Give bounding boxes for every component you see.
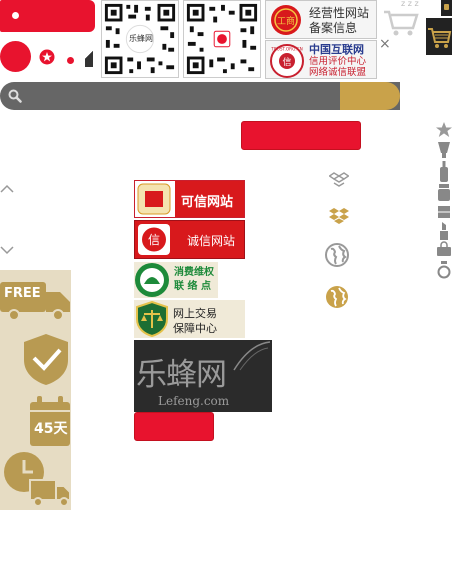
record-line1: 经营性网站 bbox=[309, 6, 370, 20]
corner-shape-icon bbox=[85, 43, 93, 67]
favorite-star-icon[interactable] bbox=[435, 121, 452, 138]
red-small-button[interactable] bbox=[134, 412, 214, 441]
red-action-button[interactable] bbox=[241, 121, 361, 150]
svg-text:信: 信 bbox=[282, 56, 291, 68]
trust-alliance-badge[interactable]: 信 TRUST.ORG.CN 中国互联网 信用评价中心 网络诚信联盟 bbox=[265, 40, 377, 79]
dropbox-grey-icon[interactable] bbox=[329, 170, 349, 190]
bag-icon[interactable] bbox=[436, 241, 452, 257]
red-circle-icon bbox=[0, 41, 31, 72]
qr-caption: 乐蜂网 bbox=[129, 34, 153, 43]
chevron-up-icon[interactable] bbox=[0, 184, 14, 194]
dot-icon bbox=[67, 57, 74, 64]
jar-icon[interactable] bbox=[437, 184, 451, 202]
svg-text:信: 信 bbox=[148, 233, 160, 247]
lefeng-logo-banner[interactable]: 乐蜂网 Lefeng.com bbox=[134, 340, 272, 412]
chengxin-badge[interactable]: 信 诚信网站 bbox=[134, 220, 245, 259]
bee-wing-icon bbox=[230, 340, 272, 374]
search-submit-button[interactable] bbox=[340, 82, 400, 110]
record-line2: 备案信息 bbox=[309, 21, 358, 35]
ring-icon[interactable] bbox=[437, 261, 451, 279]
cart-icon[interactable] bbox=[426, 18, 452, 55]
svg-text:工商: 工商 bbox=[277, 15, 295, 27]
green-seal-icon bbox=[134, 262, 170, 298]
globe-gold-icon[interactable] bbox=[325, 285, 349, 309]
lefeng-name: 乐蜂网 bbox=[136, 357, 227, 393]
lefeng-domain: Lefeng.com bbox=[158, 394, 230, 408]
consumer-line1: 消费维权 bbox=[174, 267, 214, 278]
free-label: FREE bbox=[4, 286, 41, 301]
record-filing-badge[interactable]: 工商 经营性网站 备案信息 bbox=[265, 0, 377, 39]
trade-guarantee-badge[interactable]: 网上交易 保障中心 bbox=[134, 300, 245, 338]
kexin-badge[interactable]: 可信网站 bbox=[134, 180, 245, 218]
kexin-logo-icon bbox=[137, 183, 171, 215]
qr-code-left: 乐蜂网 bbox=[101, 0, 179, 78]
trust-line3: 网络诚信联盟 bbox=[309, 67, 367, 78]
chengxin-label: 诚信网站 bbox=[187, 234, 236, 248]
dark-tab-icon[interactable] bbox=[441, 0, 452, 16]
close-icon[interactable]: × bbox=[379, 36, 391, 52]
qr-code-right bbox=[183, 0, 261, 78]
kexin-label: 可信网站 bbox=[181, 195, 234, 210]
cup-icon[interactable] bbox=[437, 141, 451, 159]
sleep-z-label: z z z bbox=[401, 0, 419, 8]
globe-grey-icon[interactable] bbox=[325, 243, 349, 267]
service-panel: FREE 45天 bbox=[0, 270, 71, 510]
trade-line2: 保障中心 bbox=[173, 322, 217, 335]
box-icon[interactable] bbox=[437, 205, 451, 219]
consumer-rights-badge[interactable]: 消费维权 联 络 点 bbox=[134, 262, 218, 298]
trust-seal-icon: 信 TRUST.ORG.CN bbox=[269, 43, 305, 79]
free-shipping-truck-icon: FREE bbox=[0, 280, 72, 322]
45-day-return-calendar-icon: 45天 bbox=[28, 394, 72, 448]
quality-shield-icon bbox=[22, 332, 70, 386]
lipstick-icon[interactable] bbox=[439, 222, 449, 240]
chengxin-logo-icon: 信 bbox=[137, 223, 171, 256]
scales-shield-icon bbox=[135, 301, 169, 337]
delivery-clock-icon bbox=[2, 450, 72, 508]
search-bar[interactable] bbox=[0, 82, 400, 110]
days-label: 45天 bbox=[34, 421, 68, 437]
red-seal-icon: 工商 bbox=[270, 4, 302, 36]
bottle-icon[interactable] bbox=[439, 161, 449, 183]
star-circle-icon bbox=[39, 49, 55, 65]
search-icon[interactable] bbox=[8, 89, 22, 103]
dropbox-gold-icon[interactable] bbox=[329, 206, 349, 226]
tab-notch-icon bbox=[444, 4, 449, 10]
tag-hole-icon bbox=[12, 12, 19, 19]
trade-line1: 网上交易 bbox=[173, 307, 217, 320]
svg-text:TRUST.ORG.CN: TRUST.ORG.CN bbox=[270, 47, 302, 52]
chevron-down-icon[interactable] bbox=[0, 245, 14, 255]
red-tag[interactable] bbox=[0, 0, 95, 32]
consumer-line2: 联 络 点 bbox=[174, 281, 211, 292]
sleeping-cart-icon: z z z bbox=[381, 0, 421, 38]
